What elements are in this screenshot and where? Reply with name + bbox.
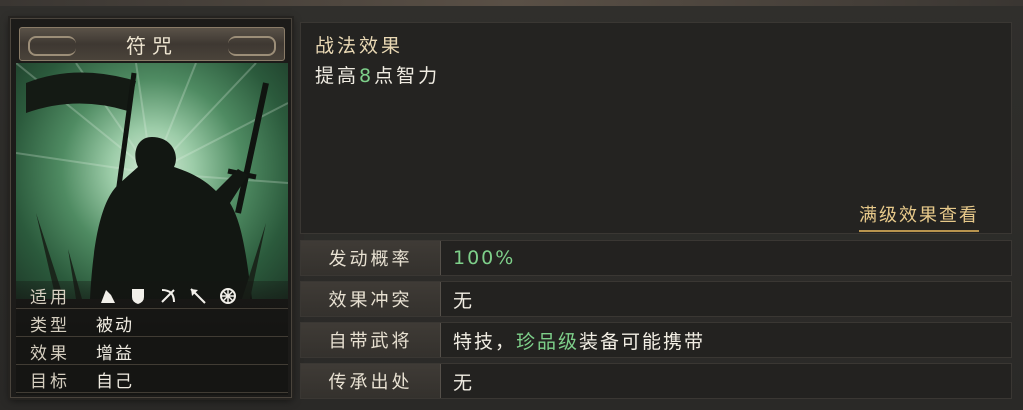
info-label: 效果 xyxy=(30,344,70,364)
skill-card-title: 符咒 xyxy=(19,27,285,61)
max-level-effect-link[interactable]: 满级效果查看 xyxy=(859,201,979,232)
info-value: 增益 xyxy=(96,344,134,364)
attr-key: 效果冲突 xyxy=(301,282,441,316)
attr-row-innate-general: 自带武将 特技，珍品级装备可能携带 xyxy=(300,322,1012,358)
skill-artwork xyxy=(16,63,288,299)
effect-value: 8 xyxy=(359,65,375,87)
skill-card: 符咒 适用 类型 被动 效果 增益 目标 自己 xyxy=(10,18,292,398)
attr-row-conflict: 效果冲突 无 xyxy=(300,281,1012,317)
attr-value-prefix: 特技， xyxy=(453,330,517,353)
info-label: 类型 xyxy=(30,316,70,336)
shield-icon xyxy=(128,286,148,306)
cavalry-icon xyxy=(98,286,118,306)
warrior-silhouette-art xyxy=(16,63,288,299)
skill-card-info: 适用 类型 被动 效果 增益 目标 自己 xyxy=(16,281,288,395)
info-value: 被动 xyxy=(96,316,134,336)
wheel-icon xyxy=(218,286,238,306)
attr-value: 无 xyxy=(453,371,475,394)
applicable-unit-icons xyxy=(88,286,238,306)
info-row-type: 类型 被动 xyxy=(16,311,288,337)
info-row-effect: 效果 增益 xyxy=(16,339,288,365)
info-value: 自己 xyxy=(96,372,134,392)
effect-text-prefix: 提高 xyxy=(315,65,360,87)
attr-key: 传承出处 xyxy=(301,364,441,398)
attr-key: 发动概率 xyxy=(301,241,441,275)
attr-row-inheritance-source: 传承出处 无 xyxy=(300,363,1012,399)
attr-value-suffix: 装备可能携带 xyxy=(579,330,706,353)
effect-text: 提高8点智力 xyxy=(315,61,440,88)
effect-description-box: 战法效果 提高8点智力 满级效果查看 xyxy=(300,22,1012,234)
attr-value: 100% xyxy=(453,247,516,269)
info-label: 目标 xyxy=(30,372,70,392)
effect-title: 战法效果 xyxy=(315,35,404,57)
info-row-target: 目标 自己 xyxy=(16,367,288,393)
attr-row-trigger-rate: 发动概率 100% xyxy=(300,240,1012,276)
top-border xyxy=(0,0,1023,6)
bow-icon xyxy=(158,286,178,306)
attr-value: 特技，珍品级装备可能携带 xyxy=(441,327,705,354)
attr-value-highlight: 珍品级 xyxy=(516,330,580,353)
skill-name: 符咒 xyxy=(126,33,178,58)
info-row-applicable: 适用 xyxy=(16,283,288,309)
spear-icon xyxy=(188,286,208,306)
info-label: 适用 xyxy=(30,288,70,308)
attr-key: 自带武将 xyxy=(301,323,441,357)
attr-value: 无 xyxy=(453,289,475,312)
skill-detail-panel: 符咒 适用 类型 被动 效果 增益 目标 自己 战法效果 提高8点智力 满级效果… xyxy=(0,0,1023,410)
effect-text-suffix: 点智力 xyxy=(374,65,441,87)
